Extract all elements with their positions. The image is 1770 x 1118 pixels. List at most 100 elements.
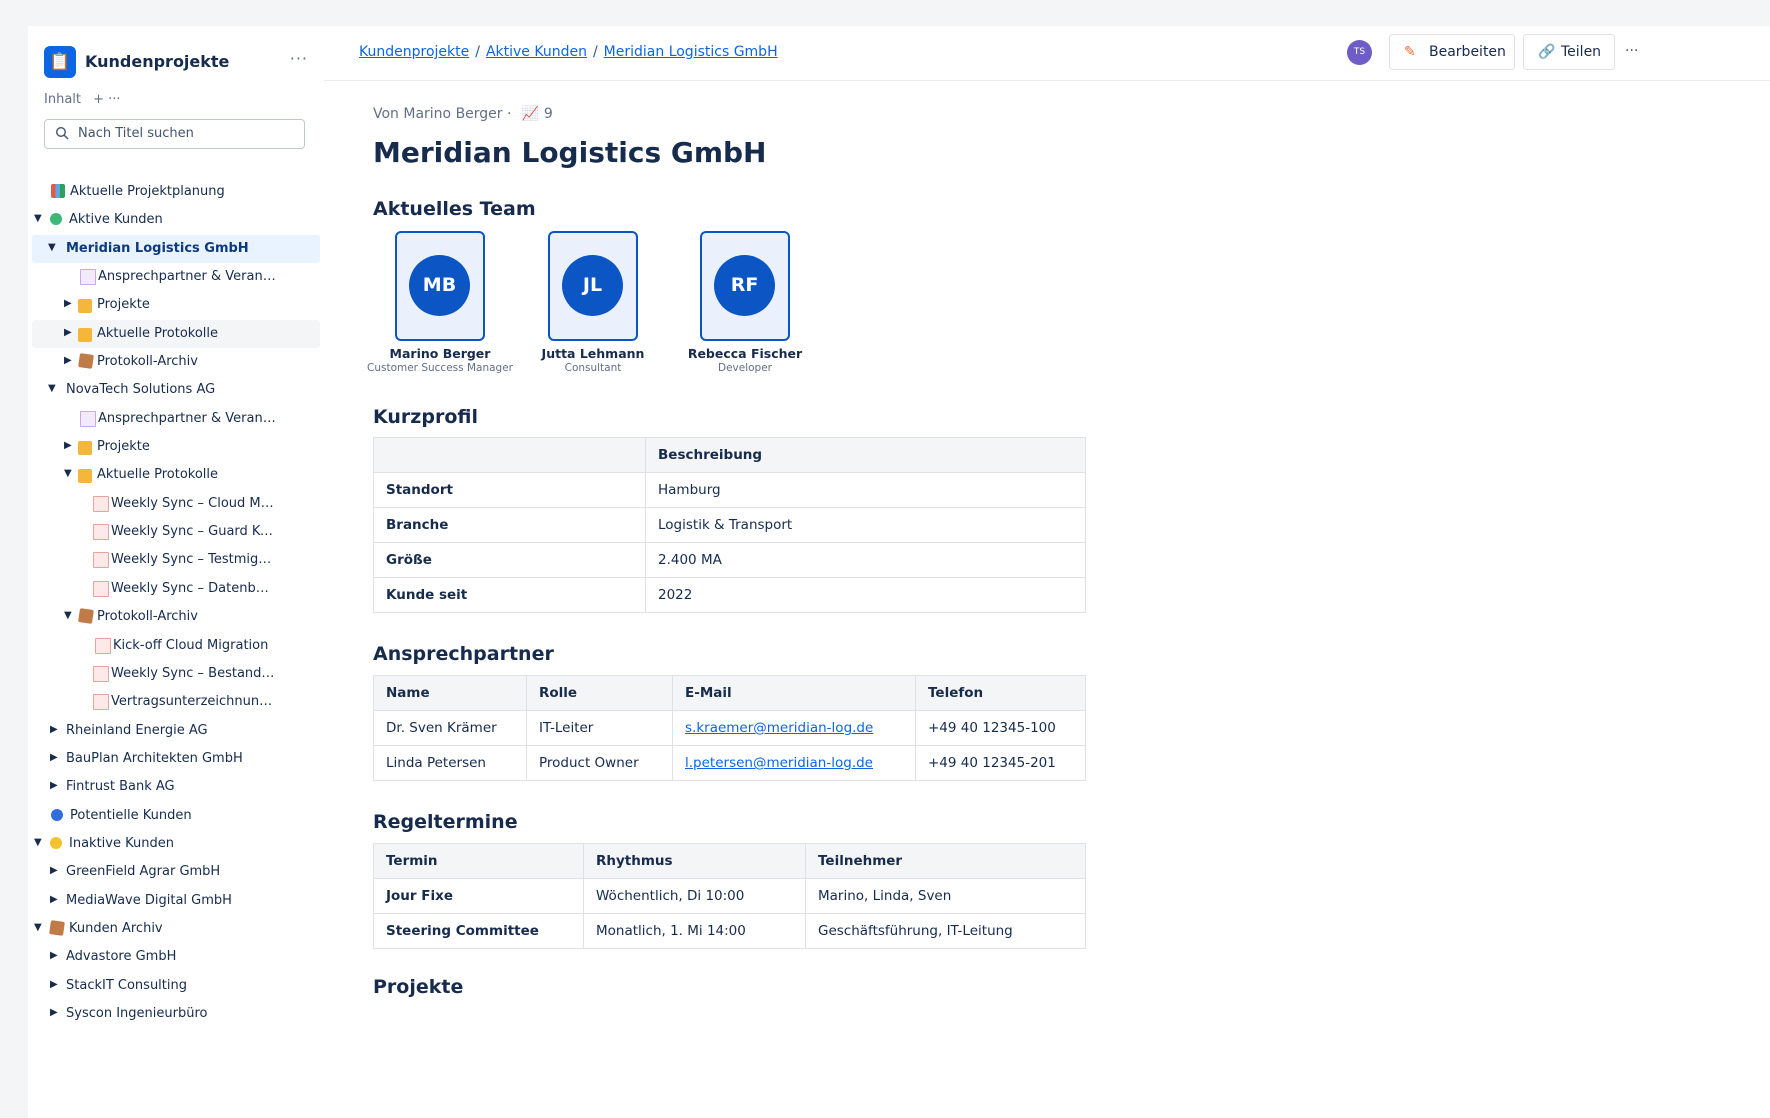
more-icon[interactable]: ··· [1625,43,1638,59]
table-cell: +49 40 12345-201 [915,745,1086,781]
tree-item-ansprechpartner[interactable]: Ansprechpartner & Verantwortl... [28,263,324,291]
tree-item-inaktive-kunden[interactable]: ▼ Inaktive Kunden [28,830,324,858]
tree-item-syscon[interactable]: ▶ Syscon Ingenieurbüro [28,1000,324,1028]
member-name: Marino Berger [389,346,491,361]
space-title[interactable]: Kundenprojekte [85,52,229,71]
chevron-right-icon[interactable]: ▶ [64,327,72,338]
chevron-right-icon[interactable]: ▶ [50,752,58,763]
chevron-down-icon[interactable]: ▼ [34,837,42,848]
profile-table: Beschreibung Standort Hamburg Branche Lo… [373,437,1086,613]
tree-item-aktuelle-projektplanung[interactable]: Aktuelle Projektplanung [28,178,324,206]
chart-icon [51,184,65,198]
table-cell: Monatlich, 1. Mi 14:00 [583,913,806,949]
chevron-down-icon[interactable]: ▼ [34,213,42,224]
table-header-cell: Termin [373,843,584,879]
tree-item-kickoff[interactable]: Kick-off Cloud Migration [28,632,324,660]
table-cell: Wöchentlich, Di 10:00 [583,878,806,914]
tree-item-weekly-sync[interactable]: Weekly Sync – Guard Konfig... [28,518,324,546]
table-cell: +49 40 12345-100 [915,710,1086,746]
edit-button[interactable]: ✎ Bearbeiten [1389,34,1515,70]
tree-item-potentielle-kunden[interactable]: Potentielle Kunden [28,802,324,830]
content-add-button[interactable]: + ··· [93,92,120,107]
team-card[interactable]: RF [700,231,790,341]
author-line: Von Marino Berger · [373,106,512,122]
tree-item-advastore[interactable]: ▶ Advastore GmbH [28,943,324,971]
space-header[interactable]: 📋 Kundenprojekte ··· [44,46,308,78]
tree-item-bauplan[interactable]: ▶ BauPlan Architekten GmbH [28,745,324,773]
search-input[interactable]: Nach Titel suchen [44,119,305,149]
memo-icon [93,495,109,512]
breadcrumb-separator: / [592,44,598,60]
tree-item-weekly-sync[interactable]: Weekly Sync – Testmigration ... [28,546,324,574]
tree-item-vertragsunterzeichnung[interactable]: Vertragsunterzeichnung & O... [28,688,324,716]
chevron-right-icon[interactable]: ▶ [50,894,58,905]
chevron-down-icon[interactable]: ▼ [64,468,72,479]
tree-item-aktive-kunden[interactable]: ▼ Aktive Kunden [28,206,324,234]
member-role: Customer Success Manager [367,362,513,374]
chevron-down-icon[interactable]: ▼ [64,610,72,621]
table-header-row: Name Rolle E-Mail Telefon [373,675,1086,711]
tree-item-protokoll-archiv[interactable]: ▼ Protokoll-Archiv [28,603,324,631]
chevron-right-icon[interactable]: ▶ [64,298,72,309]
page-icon [80,269,96,286]
tree-item-ansprechpartner[interactable]: Ansprechpartner & Verantwortl... [28,405,324,433]
chevron-right-icon[interactable]: ▶ [50,950,58,961]
chevron-down-icon[interactable]: ▼ [48,242,56,253]
team-card[interactable]: JL [548,231,638,341]
share-button[interactable]: 🔗 Teilen [1523,34,1615,70]
breadcrumb-link[interactable]: Aktive Kunden [486,44,587,60]
chevron-down-icon[interactable]: ▼ [34,922,42,933]
team-card[interactable]: MB [395,231,485,341]
chevron-right-icon[interactable]: ▶ [50,979,58,990]
tree-item-stackit[interactable]: ▶ StackIT Consulting [28,972,324,1000]
space-more-icon[interactable]: ··· [290,49,308,68]
table-cell: 2.400 MA [645,542,1086,578]
breadcrumb-link[interactable]: Kundenprojekte [359,44,469,60]
search-placeholder: Nach Titel suchen [78,126,194,141]
tree-item-weekly-sync[interactable]: Weekly Sync – Bestandsaufn... [28,660,324,688]
table-header-cell [373,437,646,473]
tree-item-meridian-logistics[interactable]: ▼ Meridian Logistics GmbH [32,234,320,264]
tree-item-aktuelle-protokolle[interactable]: ▼ Aktuelle Protokolle [28,461,324,489]
main-content: Kundenprojekte / Aktive Kunden / Meridian Lo… [324,26,1770,1118]
memo-icon [93,524,109,541]
table-header-row: Termin Rhythmus Teilnehmer [373,843,1086,879]
table-cell: Geschäftsführung, IT-Leitung [805,913,1086,949]
chevron-right-icon[interactable]: ▶ [50,865,58,876]
table-cell: l.petersen@meridian-log.de [672,745,916,781]
tree-item-greenfield[interactable]: ▶ GreenField Agrar GmbH [28,858,324,886]
search-icon [55,126,69,140]
table-row: Kunde seit 2022 [373,577,1086,613]
tree-item-novatech-solutions[interactable]: ▼ NovaTech Solutions AG [28,376,324,404]
breadcrumb-link[interactable]: Meridian Logistics GmbH [604,44,778,60]
chevron-right-icon[interactable]: ▶ [64,355,72,366]
table-cell: Größe [373,542,646,578]
tree-item-protokoll-archiv[interactable]: ▶ Protokoll-Archiv [28,348,324,376]
email-link[interactable]: l.petersen@meridian-log.de [685,755,873,771]
email-link[interactable]: s.kraemer@meridian-log.de [685,720,873,736]
table-cell: Linda Petersen [373,745,527,781]
table-header-row: Beschreibung [373,437,1086,473]
tree-item-weekly-sync[interactable]: Weekly Sync – Datenbereini... [28,575,324,603]
chevron-right-icon[interactable]: ▶ [50,780,58,791]
avatar[interactable]: TS [1347,40,1372,65]
chevron-right-icon[interactable]: ▶ [50,724,58,735]
section-heading-projekte: Projekte [373,976,464,998]
tree-item-projekte[interactable]: ▶ Projekte [28,291,324,319]
table-cell: IT-Leiter [526,710,673,746]
tree-item-projekte[interactable]: ▶ Projekte [28,433,324,461]
table-row: Jour Fixe Wöchentlich, Di 10:00 Marino, … [373,878,1086,914]
tree-item-kunden-archiv[interactable]: ▼ Kunden Archiv [28,915,324,943]
table-row: Standort Hamburg [373,472,1086,508]
memo-icon [93,580,109,597]
chevron-right-icon[interactable]: ▶ [50,1007,58,1018]
tree-item-aktuelle-protokolle[interactable]: ▶ Aktuelle Protokolle [32,319,320,349]
chevron-right-icon[interactable]: ▶ [64,440,72,451]
tree-item-rheinland-energie[interactable]: ▶ Rheinland Energie AG [28,717,324,745]
tree-item-mediawave[interactable]: ▶ MediaWave Digital GmbH [28,887,324,915]
tree-item-weekly-sync[interactable]: Weekly Sync – Cloud Migrati... [28,490,324,518]
table-row: Steering Committee Monatlich, 1. Mi 14:0… [373,913,1086,949]
table-cell: Kunde seit [373,577,646,613]
chevron-down-icon[interactable]: ▼ [48,383,56,394]
tree-item-fintrust[interactable]: ▶ Fintrust Bank AG [28,773,324,801]
